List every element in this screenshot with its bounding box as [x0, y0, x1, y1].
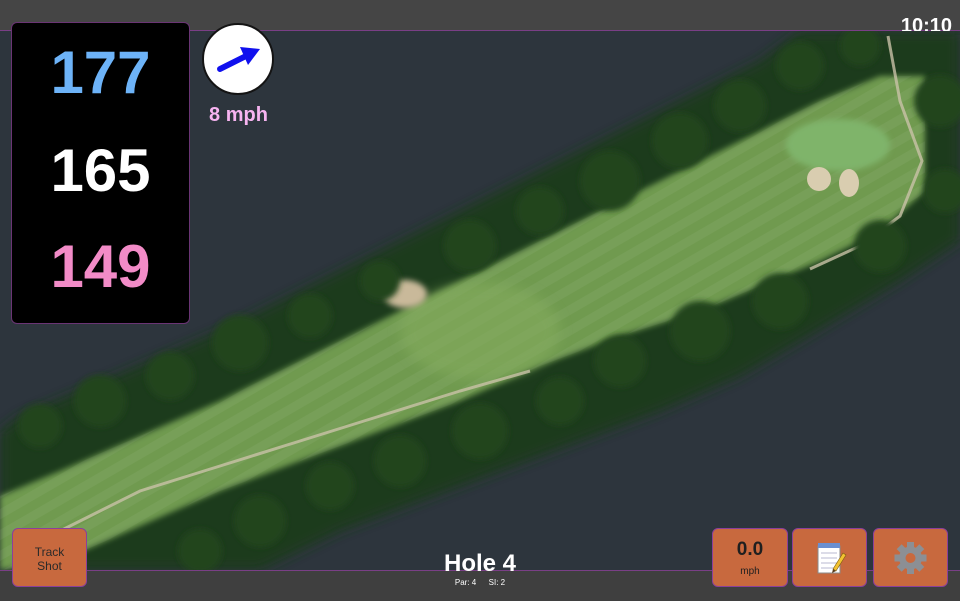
settings-button[interactable] — [873, 528, 948, 587]
wind-direction-arrow-icon — [217, 47, 260, 72]
notes-button[interactable] — [792, 528, 867, 587]
speed-unit: mph — [740, 566, 760, 577]
distance-middle-of-green: 165 — [50, 137, 151, 204]
hole-info: Par: 4 SI: 2 — [440, 578, 520, 588]
track-shot-label-line1: Track — [34, 545, 65, 559]
notepad-icon — [817, 543, 847, 574]
distance-panel: 177 165 149 — [11, 22, 190, 324]
hole-par: Par: 4 — [454, 578, 477, 587]
hole-title: Hole 4 — [443, 550, 517, 577]
hole-stroke-index: SI: 2 — [488, 578, 506, 587]
gear-icon — [894, 542, 927, 574]
track-shot-label-line2: Shot — [37, 559, 62, 573]
wind-speed-label: 8 mph — [209, 104, 268, 126]
speed-button[interactable]: 0.0 mph — [712, 528, 788, 587]
speed-value: 0.0 — [736, 539, 764, 560]
distance-front-of-green: 149 — [50, 233, 151, 300]
distance-back-of-green: 177 — [50, 39, 151, 106]
track-shot-button[interactable]: Track Shot — [12, 528, 87, 587]
wind-indicator[interactable] — [202, 23, 274, 95]
